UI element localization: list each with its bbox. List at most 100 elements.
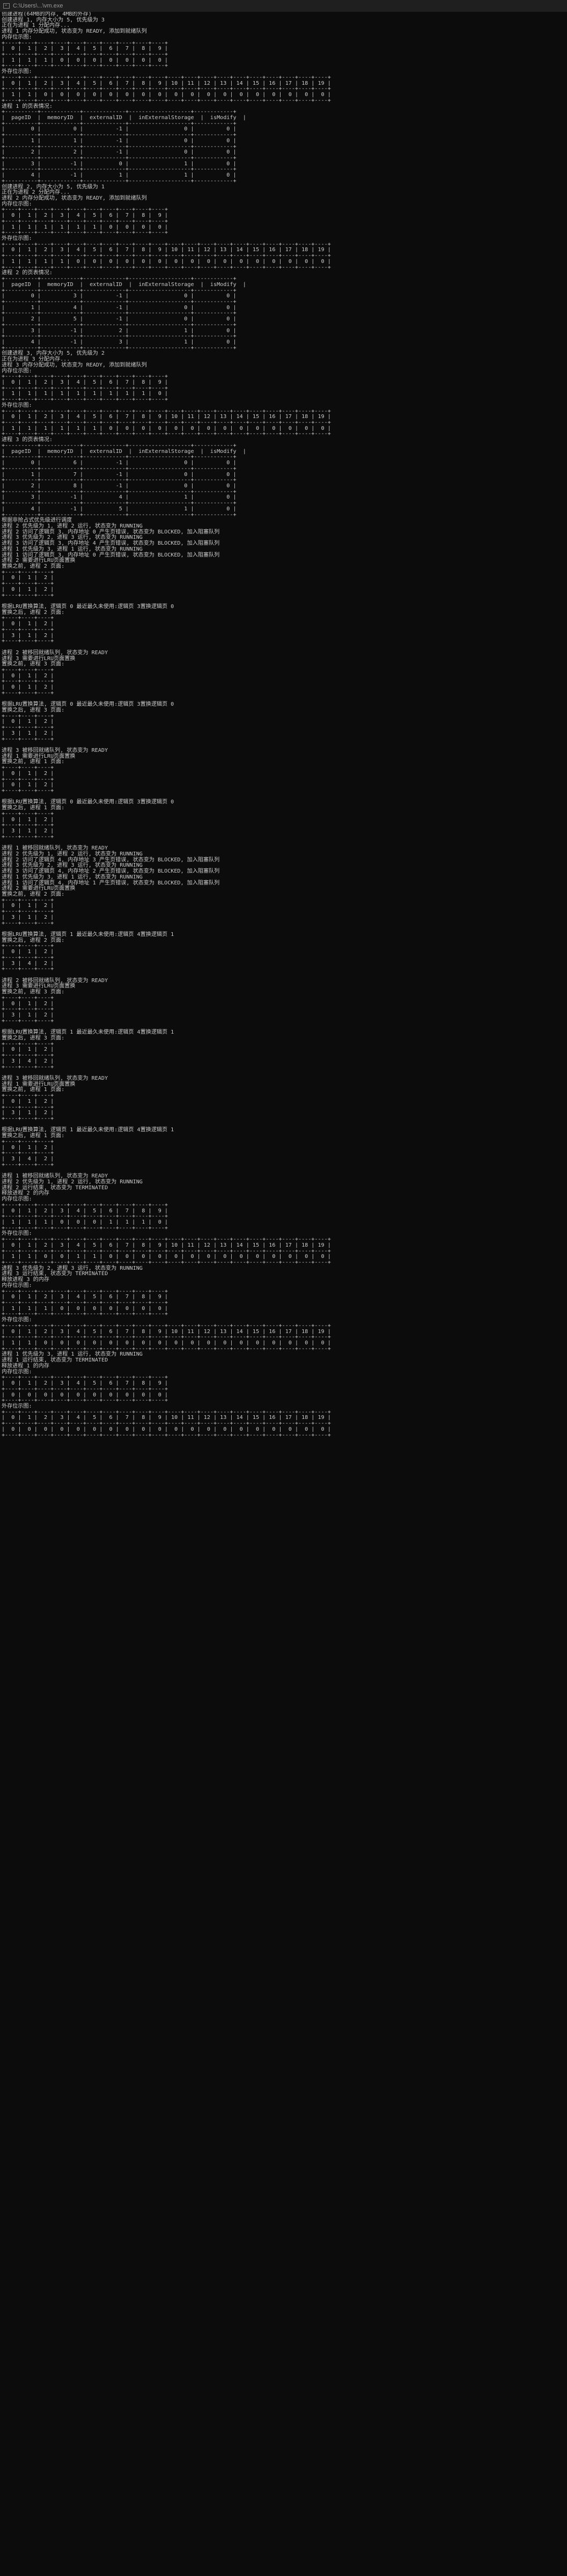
console-line: 置换之后, 进程 2 页面: (2, 609, 65, 616)
console-line: +----+----+----+ (2, 788, 54, 794)
console-line: | 0 | 1 | 2 | (2, 1098, 54, 1104)
window-title: C:\Users\...\vm.exe (13, 3, 63, 9)
console-line: +----+----+----+----+----+----+----+----… (2, 1225, 168, 1231)
console-line: 进程 3 需要进行LRU页面置换 (2, 983, 76, 990)
console-line: 外存位示图: (2, 402, 32, 408)
console-line: | 3 | 4 | 2 | (2, 1058, 54, 1064)
console-line: +----+----+----+----+----+----+----+----… (2, 230, 168, 236)
console-line: | 3 | 4 | 2 | (2, 960, 54, 967)
console-line: 进程 1 访问了逻辑页 3, 内存地址 0 产生页错误, 状态变为 BLOCKE… (2, 552, 220, 558)
console-line: 进程 3 被移回就绪队列, 状态变为 READY (2, 748, 108, 753)
console-line: 进程 3 内存分配成功, 状态变为 READY, 添加到就绪队列 (2, 362, 147, 368)
console-line: +----+----+----+----+----+----+----+----… (2, 63, 168, 69)
console-line: +----+----+----+----+----+----+----+----… (2, 1386, 168, 1392)
window-titlebar: C:\Users\...\vm.exe (0, 0, 567, 12)
console-line: +----+----+----+ (2, 736, 54, 742)
console-line: 进程 2 被移回就绪队列, 状态变为 READY (2, 977, 108, 984)
console-line: | 0 | 1 | 2 | (2, 1144, 54, 1151)
console-line: | 3 | 4 | 2 | (2, 1156, 54, 1162)
console-line: +----+----+----+ (2, 638, 54, 645)
console-line: 释放进程 3 的内存 (2, 1277, 49, 1283)
console-line: | 0 | 1 | 2 | (2, 684, 54, 691)
console-line: +----+----+----+ (2, 1116, 54, 1122)
console-line: +----+----+----+ (2, 776, 54, 782)
console-line: +----+----+----+----+----+----+----+----… (2, 1311, 168, 1318)
console-line: | 3 | 1 | 2 | (2, 632, 54, 639)
console-line: 进程 3 被移回就绪队列, 状态变为 READY (2, 1075, 108, 1081)
console-line: | 3 | 1 | 2 | (2, 914, 54, 920)
console-line: +----+----+----+ (2, 833, 54, 840)
console-line: +----+----+----+ (2, 920, 54, 926)
console-line: 进程 2 运行结束, 状态变为 TERMINATED (2, 1184, 108, 1191)
console-line: +----+----+----+ (2, 966, 54, 972)
console-line: 创建进程 2, 内存大小为 5, 优先级为 1 (2, 184, 105, 190)
console-line: 进程 1 运行结束, 状态变为 TERMINATED (2, 1357, 108, 1364)
console-line: | 3 | 1 | 2 | (2, 1110, 54, 1116)
console-line: | 0 | 1 | 2 | (2, 816, 54, 823)
console-line: +----+----+----+ (2, 1052, 54, 1059)
console-line: +----+----+----+ (2, 690, 54, 696)
console-line: 根据LRU置换算法, 逻辑页 1 最近最久未使用:逻辑页 4置换逻辑页 1 (2, 1127, 174, 1133)
console-line: +----+----+----+----+----+----+----+----… (2, 1202, 168, 1208)
console-line: | 3 | 1 | 2 | (2, 730, 54, 736)
console-line: +----+----+----+ (2, 1150, 54, 1157)
console-line: +----+----+----+----+----+----+----+----… (2, 264, 331, 270)
console-line: +----+----+----+----+----+----+----+----… (2, 1322, 331, 1329)
console-line: | 4 | -1 | 5 | 1 | 0 | (2, 506, 237, 512)
console-line: 根据LRU置换算法, 逻辑页 0 最近最久未使用:逻辑页 3置换逻辑页 0 (2, 604, 174, 610)
console-line: +----+----+----+----+----+----+----+----… (2, 218, 168, 224)
console-line: +----+----+----+ (2, 1138, 54, 1145)
console-line: 根据LRU置换算法, 逻辑页 0 最近最久未使用:逻辑页 3置换逻辑页 0 (2, 701, 174, 708)
console-line: 置换之后, 进程 3 页面: (2, 707, 65, 713)
console-line: 进程 1 优先级为 3, 进程 1 运行, 状态变为 RUNNING (2, 546, 143, 552)
console-line: +----+----+----+ (2, 954, 54, 961)
console-line: | 3 | 1 | 2 | (2, 1012, 54, 1019)
console-line: +----+----+----+ (2, 822, 54, 829)
console-line: | 0 | 1 | 2 | (2, 949, 54, 955)
console-line: 进程 2 需要进行LRU页面置换 (2, 885, 76, 892)
console-line: +----------+------------+-------------+-… (2, 511, 237, 518)
console-line: | 0 | 1 | 2 | (2, 672, 54, 679)
console-line: 进程 1 内存分配成功, 状态变为 READY, 添加到就绪队列 (2, 28, 147, 35)
console-line: +----------+------------+-------------+-… (2, 178, 237, 184)
console-line: 内存位示图: (2, 34, 32, 40)
console-line: | 0 | 1 | 2 | (2, 782, 54, 788)
console-line: 进程 2 内存分配成功, 状态变为 READY, 添加到就绪队列 (2, 195, 147, 201)
console-line: 内存位示图: (2, 1282, 32, 1289)
console-line: +----+----+----+ (2, 581, 54, 587)
console-line: 进程 3 运行结束, 状态变为 TERMINATED (2, 1271, 108, 1277)
console-line: | 0 | 1 | 2 | (2, 903, 54, 909)
console-line: 置换之后, 进程 2 页面: (2, 937, 65, 943)
console-line: +----+----+----+ (2, 943, 54, 949)
console-line: 释放进程 2 的内存 (2, 1190, 49, 1197)
console-line: +----+----+----+ (2, 713, 54, 719)
console-line: | 0 | 1 | 2 | (2, 586, 54, 592)
console-line: 进程 1 需要进行LRU页面置换 (2, 753, 76, 759)
console-line: 进程 2 被移回就绪队列, 状态变为 READY (2, 649, 108, 656)
console-line: +----+----+----+ (2, 569, 54, 575)
console-line: | 0 | 1 | 2 | (2, 719, 54, 725)
terminal-icon (3, 3, 10, 9)
console-line: | 0 | 1 | 2 | (2, 575, 54, 581)
console-line: +----+----+----+ (2, 909, 54, 915)
console-line: 进程 1 访问了逻辑页 4, 内存地址 1 产生页错误, 状态变为 BLOCKE… (2, 880, 220, 886)
console-line: | 0 | 1 | 2 | (2, 1046, 54, 1053)
console-line: +----------+------------+-------------+-… (2, 321, 237, 328)
console-line: | pageID | memoryID | externalID | inExt… (2, 281, 246, 288)
console-line: +----+----+----+ (2, 667, 54, 673)
console-line: | 0 | 0 | 0 | 0 | 0 | 0 | 0 | 0 | 0 | 0 … (2, 1426, 331, 1432)
console-line: 置换之前, 进程 2 页面: (2, 564, 65, 569)
console-line: 置换之后, 进程 1 页面: (2, 805, 65, 811)
console-line: +----+----+----+----+----+----+----+----… (2, 1432, 331, 1438)
console-line: +----+----+----+ (2, 1018, 54, 1024)
console-line: | 0 | 1 | 2 | 3 | 4 | 5 | 6 | 7 | 8 | 9 … (2, 1242, 331, 1248)
console-line: | 3 | 1 | 2 | (2, 828, 54, 835)
console-line: +----+----+----+ (2, 626, 54, 633)
console-line: +----+----+----+ (2, 615, 54, 621)
console-line: +----+----+----+ (2, 1093, 54, 1099)
console-line: 置换之前, 进程 2 页面: (2, 891, 65, 897)
console-line: +----+----+----+ (2, 678, 54, 685)
console-line: 根据LRU置换算法, 逻辑页 0 最近最久未使用:逻辑页 3置换逻辑页 0 (2, 799, 174, 806)
console-line: | 0 | 1 | 2 | (2, 770, 54, 777)
console-line: +----+----+----+----+----+----+----+----… (2, 431, 331, 437)
